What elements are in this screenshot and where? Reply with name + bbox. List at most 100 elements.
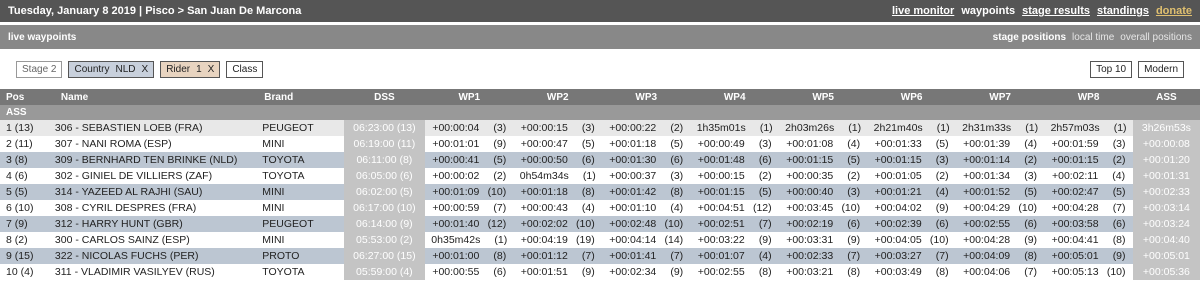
wp-rank: (7): [1112, 202, 1126, 214]
wp6-cell: 2h21m40s (1): [867, 120, 956, 136]
table-row[interactable]: 10 (4) 311 - VLADIMIR VASILYEV (RUS) TOYOT…: [0, 264, 1200, 280]
wp-time: +00:00:50: [520, 154, 568, 166]
table-row[interactable]: 8 (2) 300 - CARLOS SAINZ (ESP) MINI 05:53:0…: [0, 232, 1200, 248]
view-overall-positions[interactable]: overall positions: [1120, 32, 1192, 43]
wp-time: 2h21m40s: [873, 122, 923, 134]
competitor-name[interactable]: 322 - NICOLAS FUCHS (PER): [54, 248, 259, 264]
wp5-cell: +00:03:45 (10): [778, 200, 868, 216]
rider-filter[interactable]: Rider 1 X: [160, 60, 221, 78]
wp-time: +00:02:19: [786, 218, 834, 230]
col-name[interactable]: Name: [54, 89, 259, 105]
wp7-cell: +00:04:09 (8): [955, 248, 1045, 264]
wp7-cell: +00:04:29 (10): [955, 200, 1045, 216]
modern-button[interactable]: Modern: [1138, 60, 1184, 78]
start-rank: (6): [14, 170, 28, 182]
wp-rank: (9): [1024, 234, 1038, 246]
wp-time: +00:01:00: [432, 250, 480, 262]
dss-cell: 05:53:00 (2): [343, 232, 426, 248]
wp-rank: (1): [494, 234, 508, 246]
table-row[interactable]: 9 (15) 322 - NICOLAS FUCHS (PER) PROTO 06:2…: [0, 248, 1200, 264]
wp-rank: (10): [576, 218, 595, 230]
wp-time: +00:03:58: [1051, 218, 1099, 230]
wp-rank: (5): [758, 186, 772, 198]
wp-time: +00:02:02: [520, 218, 568, 230]
col-ass[interactable]: ASS: [1132, 89, 1200, 105]
top10-button[interactable]: Top 10: [1090, 60, 1133, 78]
competitor-name[interactable]: 302 - GINIEL DE VILLIERS (ZAF): [54, 168, 259, 184]
section-title: live waypoints: [8, 31, 77, 43]
nav-stage-results[interactable]: stage results: [1022, 5, 1090, 17]
class-filter-button[interactable]: Class: [226, 60, 264, 78]
wp-rank: (10): [1106, 266, 1126, 278]
competitor-name[interactable]: 308 - CYRIL DESPRES (FRA): [54, 200, 259, 216]
col-pos[interactable]: Pos: [0, 89, 55, 105]
table-row[interactable]: 3 (8) 309 - BERNHARD TEN BRINKE (NLD) TOYO…: [0, 152, 1200, 168]
col-wp8[interactable]: WP8: [1044, 89, 1133, 105]
wp5-cell: +00:00:40 (3): [778, 184, 868, 200]
table-row[interactable]: 7 (9) 312 - HARRY HUNT (GBR) PEUGEOT 06:14:…: [0, 216, 1200, 232]
competitor-name[interactable]: 312 - HARRY HUNT (GBR): [54, 216, 259, 232]
col-brand[interactable]: Brand: [258, 89, 344, 105]
start-rank: (8): [14, 154, 28, 166]
wp8-cell: 2h57m03s (1): [1044, 120, 1133, 136]
nav-standings[interactable]: standings: [1097, 5, 1149, 17]
wp-rank: (3): [581, 122, 595, 134]
competitor-name[interactable]: 314 - YAZEED AL RAJHI (SAU): [54, 184, 259, 200]
col-wp1[interactable]: WP1: [425, 89, 514, 105]
col-wp2[interactable]: WP2: [513, 89, 602, 105]
col-wp4[interactable]: WP4: [690, 89, 779, 105]
wp-rank: (9): [935, 202, 949, 214]
wp8-cell: +00:03:58 (6): [1044, 216, 1133, 232]
view-stage-positions[interactable]: stage positions: [993, 32, 1066, 43]
start-rank: (9): [14, 218, 28, 230]
brand-cell: MINI: [258, 184, 344, 200]
col-wp5[interactable]: WP5: [778, 89, 868, 105]
stage-selector[interactable]: Stage 2: [16, 60, 63, 78]
wp-rank: (8): [670, 186, 684, 198]
nav-donate[interactable]: donate: [1156, 5, 1192, 17]
position: 10: [6, 266, 18, 278]
wp-rank: (1): [1025, 122, 1039, 134]
table-row[interactable]: 4 (6) 302 - GINIEL DE VILLIERS (ZAF) TOYOT…: [0, 168, 1200, 184]
col-wp7[interactable]: WP7: [955, 89, 1045, 105]
table-row[interactable]: 1 (13) 306 - SEBASTIEN LOEB (FRA) PEUGEOT 0…: [0, 120, 1200, 136]
wp2-cell: 0h54m34s (1): [513, 168, 602, 184]
wp-time: +00:01:52: [963, 186, 1011, 198]
col-wp6[interactable]: WP6: [867, 89, 956, 105]
wp-time: +00:04:05: [874, 234, 922, 246]
wp4-cell: +00:00:15 (2): [690, 168, 779, 184]
wp6-cell: +00:01:33 (5): [867, 136, 956, 152]
wp-rank: (9): [758, 234, 772, 246]
start-rank: (5): [14, 186, 28, 198]
wp-rank: (5): [847, 154, 861, 166]
rider-filter-remove-button[interactable]: X: [208, 64, 215, 75]
col-dss[interactable]: DSS: [343, 89, 426, 105]
country-filter[interactable]: Country NLD X: [68, 60, 155, 78]
competitor-name[interactable]: 311 - VLADIMIR VASILYEV (RUS): [54, 264, 259, 280]
wp-rank: (5): [493, 154, 507, 166]
wp-rank: (3): [847, 186, 861, 198]
country-filter-remove-button[interactable]: X: [142, 64, 149, 75]
competitor-name[interactable]: 300 - CARLOS SAINZ (ESP): [54, 232, 259, 248]
position-cell: 5 (5): [0, 184, 55, 200]
competitor-name[interactable]: 309 - BERNHARD TEN BRINKE (NLD): [54, 152, 259, 168]
table-row[interactable]: 6 (10) 308 - CYRIL DESPRES (FRA) MINI 06:17…: [0, 200, 1200, 216]
competitor-name[interactable]: 307 - NANI ROMA (ESP): [54, 136, 259, 152]
wp2-cell: +00:04:19 (19): [513, 232, 602, 248]
wp-time: +00:00:37: [609, 170, 657, 182]
competitor-name[interactable]: 306 - SEBASTIEN LOEB (FRA): [54, 120, 259, 136]
col-wp3[interactable]: WP3: [601, 89, 691, 105]
wp-rank: (4): [935, 186, 949, 198]
wp-time: +00:01:15: [874, 154, 922, 166]
nav-live-monitor[interactable]: live monitor: [892, 5, 954, 17]
table-row[interactable]: 2 (11) 307 - NANI ROMA (ESP) MINI 06:19:00 …: [0, 136, 1200, 152]
table-row[interactable]: 5 (5) 314 - YAZEED AL RAJHI (SAU) MINI 06:0…: [0, 184, 1200, 200]
view-local-time[interactable]: local time: [1072, 32, 1114, 43]
wp-time: +00:00:04: [432, 122, 480, 134]
dss-time: 06:14:00: [356, 218, 397, 230]
wp-time: +00:00:15: [697, 170, 745, 182]
wp-rank: (9): [847, 234, 861, 246]
wp-time: +00:02:48: [609, 218, 657, 230]
wp-rank: (8): [581, 186, 595, 198]
nav-waypoints[interactable]: waypoints: [961, 5, 1015, 17]
